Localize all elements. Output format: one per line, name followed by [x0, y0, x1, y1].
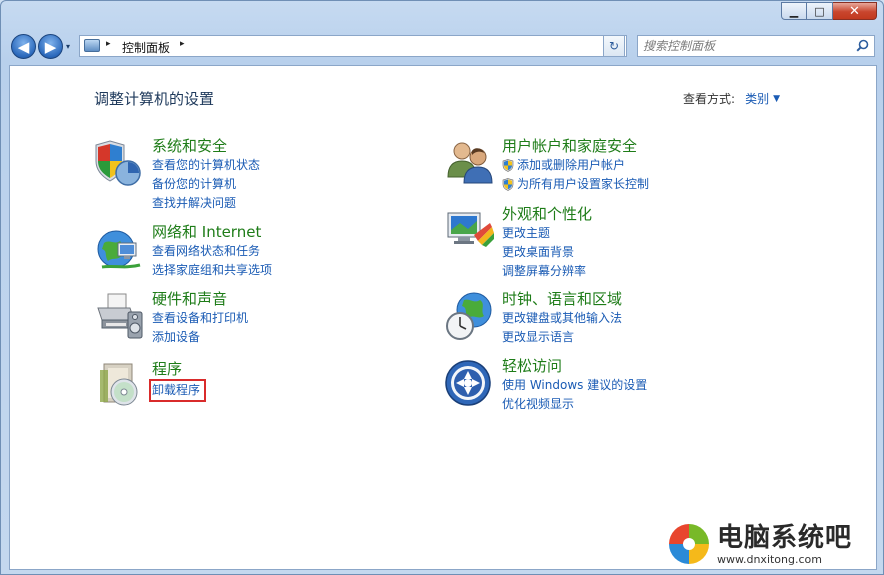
breadcrumb-separator-icon[interactable]: ▸ [106, 39, 111, 49]
network-globe-icon[interactable] [94, 223, 146, 275]
shield-icon[interactable] [94, 137, 146, 189]
link-label: 为所有用户设置家长控制 [517, 177, 650, 191]
category-title[interactable]: 系统和安全 [152, 137, 260, 156]
category-title[interactable]: 网络和 Internet [152, 223, 272, 242]
category-system-security: 系统和安全 查看您的计算机状态 备份您的计算机 查找并解决问题 [94, 137, 260, 213]
link-add-remove-accounts[interactable]: 添加或删除用户帐户 [502, 156, 649, 175]
forward-arrow-icon: ▶ [44, 37, 57, 56]
programs-icon[interactable] [94, 360, 146, 412]
back-arrow-icon: ◀ [17, 37, 30, 56]
monitor-palette-icon[interactable] [444, 205, 496, 257]
maximize-button[interactable]: □ [807, 2, 833, 20]
minimize-icon: ▁ [789, 4, 799, 18]
search-icon[interactable] [856, 39, 869, 52]
view-by-value: 类别 [745, 92, 770, 106]
link-uninstall-program[interactable]: 卸载程序 [149, 379, 207, 402]
search-input[interactable] [638, 36, 848, 56]
control-panel-content: 调整计算机的设置 查看方式: 类别 ▼ 系统和安全 查看您的计算机状态 备份您的… [9, 65, 877, 570]
link-recommended-settings[interactable]: 使用 Windows 建议的设置 [502, 376, 647, 395]
watermark-url: www.dnxitong.com [717, 552, 822, 566]
category-ease-of-access: 轻松访问 使用 Windows 建议的设置 优化视频显示 [444, 357, 647, 414]
link-optimize-display[interactable]: 优化视频显示 [502, 395, 647, 414]
recent-pages-dropdown[interactable]: ▾ [66, 42, 70, 51]
close-button[interactable]: ✕ [833, 2, 877, 20]
link-network-status[interactable]: 查看网络状态和任务 [152, 242, 272, 261]
link-check-computer-status[interactable]: 查看您的计算机状态 [152, 156, 260, 175]
category-user-accounts: 用户帐户和家庭安全 添加或删除用户帐户 为所有用户设置家长控制 [444, 137, 649, 194]
page-title: 调整计算机的设置 [94, 90, 215, 108]
ease-of-access-icon[interactable] [444, 357, 496, 409]
link-troubleshoot[interactable]: 查找并解决问题 [152, 194, 260, 213]
link-devices-printers[interactable]: 查看设备和打印机 [152, 309, 248, 328]
view-by-label: 查看方式: [683, 92, 736, 106]
uac-shield-icon [502, 178, 514, 191]
view-by: 查看方式: 类别 ▼ [683, 90, 780, 107]
category-title[interactable]: 轻松访问 [502, 357, 647, 376]
windows-logo-icon [669, 524, 709, 564]
breadcrumb-separator-icon[interactable]: ▸ [180, 39, 185, 49]
breadcrumb-control-panel[interactable]: 控制面板 [122, 39, 170, 56]
printer-icon[interactable] [94, 290, 146, 342]
category-clock-language-region: 时钟、语言和区域 更改键盘或其他输入法 更改显示语言 [444, 290, 622, 347]
link-display-language[interactable]: 更改显示语言 [502, 328, 622, 347]
category-title[interactable]: 程序 [152, 360, 206, 379]
users-icon[interactable] [444, 137, 496, 189]
forward-button[interactable]: ▶ [38, 34, 63, 59]
globe-clock-icon[interactable] [444, 290, 496, 342]
category-programs: 程序 卸载程序 [94, 360, 207, 412]
link-add-device[interactable]: 添加设备 [152, 328, 248, 347]
category-title[interactable]: 外观和个性化 [502, 205, 592, 224]
category-title[interactable]: 用户帐户和家庭安全 [502, 137, 649, 156]
link-label: 添加或删除用户帐户 [517, 158, 626, 172]
link-desktop-background[interactable]: 更改桌面背景 [502, 243, 592, 262]
category-network-internet: 网络和 Internet 查看网络状态和任务 选择家庭组和共享选项 [94, 223, 272, 280]
maximize-icon: □ [814, 4, 825, 18]
close-icon: ✕ [849, 3, 860, 19]
link-change-theme[interactable]: 更改主题 [502, 224, 592, 243]
minimize-button[interactable]: ▁ [781, 2, 807, 20]
category-title[interactable]: 硬件和声音 [152, 290, 248, 309]
search-box[interactable] [637, 35, 875, 57]
watermark-name: 电脑系统吧 [717, 522, 853, 553]
category-hardware-sound: 硬件和声音 查看设备和打印机 添加设备 [94, 290, 248, 347]
address-bar[interactable]: ▸ 控制面板 ▸ ▾ [79, 35, 627, 57]
link-parental-controls[interactable]: 为所有用户设置家长控制 [502, 175, 649, 194]
window-frame: ▁ □ ✕ ◀ ▶ ▾ ▸ 控制面板 ▸ ▾ ↻ 调整计算机的设置 查看方式: [0, 0, 884, 575]
control-panel-icon [84, 39, 100, 52]
back-button[interactable]: ◀ [11, 34, 36, 59]
navigation-bar: ◀ ▶ ▾ ▸ 控制面板 ▸ ▾ ↻ [9, 34, 875, 60]
view-by-dropdown[interactable]: 类别 ▼ [745, 90, 780, 107]
link-backup-computer[interactable]: 备份您的计算机 [152, 175, 260, 194]
category-appearance: 外观和个性化 更改主题 更改桌面背景 调整屏幕分辨率 [444, 205, 592, 281]
link-homegroup-sharing[interactable]: 选择家庭组和共享选项 [152, 261, 272, 280]
watermark: 电脑系统吧 www.dnxitong.com [667, 522, 852, 566]
uac-shield-icon [502, 159, 514, 172]
refresh-button[interactable]: ↻ [603, 35, 625, 57]
refresh-icon: ↻ [608, 39, 620, 53]
dropdown-arrow-icon: ▼ [773, 93, 780, 104]
caption-buttons: ▁ □ ✕ [781, 2, 877, 20]
category-title[interactable]: 时钟、语言和区域 [502, 290, 622, 309]
link-keyboard-input[interactable]: 更改键盘或其他输入法 [502, 309, 622, 328]
link-screen-resolution[interactable]: 调整屏幕分辨率 [502, 262, 592, 281]
